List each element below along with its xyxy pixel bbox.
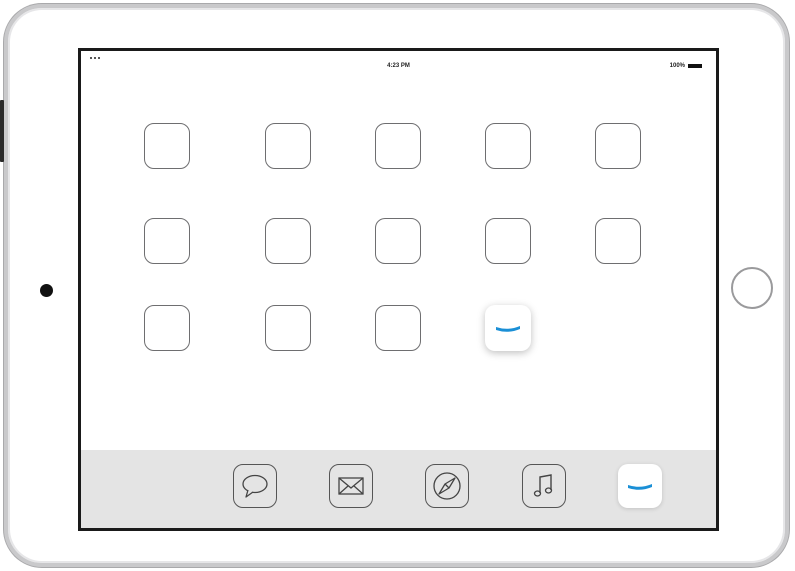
wave-app-dock-icon[interactable] [618, 464, 662, 508]
app-icon-r2c4[interactable] [485, 218, 531, 264]
wave-app-icon[interactable] [485, 305, 531, 351]
wave-logo-icon [628, 484, 652, 490]
app-icon-r2c3[interactable] [375, 218, 421, 264]
app-icon-r1c3[interactable] [375, 123, 421, 169]
front-camera [40, 284, 53, 297]
music-note-icon[interactable] [522, 464, 566, 508]
safari-compass-icon[interactable] [425, 464, 469, 508]
status-bar: 4:23 PM 100% [81, 51, 716, 69]
signal-indicator [90, 57, 100, 59]
app-icon-r3c2[interactable] [265, 305, 311, 351]
messages-icon[interactable] [233, 464, 277, 508]
app-icon-r2c1[interactable] [144, 218, 190, 264]
app-icon-r2c2[interactable] [265, 218, 311, 264]
app-icon-r1c5[interactable] [595, 123, 641, 169]
home-button[interactable] [731, 267, 773, 309]
app-icon-r1c2[interactable] [265, 123, 311, 169]
ipad-screen: 4:23 PM 100% [78, 48, 719, 531]
app-icon-r2c5[interactable] [595, 218, 641, 264]
battery-status: 100% [670, 63, 702, 69]
status-time: 4:23 PM [387, 63, 410, 69]
wave-logo-icon [496, 326, 520, 332]
volume-button[interactable] [0, 100, 4, 162]
app-icon-r3c1[interactable] [144, 305, 190, 351]
dock [81, 450, 716, 528]
app-icon-r1c1[interactable] [144, 123, 190, 169]
mail-icon[interactable] [329, 464, 373, 508]
app-icon-r3c3[interactable] [375, 305, 421, 351]
battery-percent: 100% [669, 63, 685, 69]
app-icon-r1c4[interactable] [485, 123, 531, 169]
battery-icon [688, 64, 702, 68]
